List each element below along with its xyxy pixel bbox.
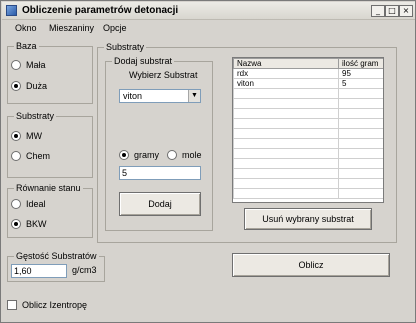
baza-option-duza[interactable]: Duża [11, 81, 47, 91]
dodaj-substrat-group: Dodaj substrat Wybierz Substrat viton ▼ … [105, 56, 213, 231]
table-row-empty [233, 138, 383, 149]
menu-okno[interactable]: Okno [15, 23, 37, 33]
rownanie-stanu-group-title: Równanie stanu [14, 183, 83, 194]
wybierz-substrat-label: Wybierz Substrat [129, 70, 198, 80]
table-cell-amount[interactable]: 95 [338, 68, 383, 79]
table-cell-name[interactable]: viton [233, 78, 339, 89]
app-window: Obliczenie parametrów detonacji _ □ × Ok… [0, 0, 416, 323]
table-row-empty [233, 108, 383, 119]
radio-duza-label: Duża [26, 81, 48, 91]
radio-mole[interactable] [167, 150, 177, 160]
substraty-type-group-title: Substraty [14, 111, 57, 122]
radio-mala-label: Mała [26, 60, 46, 70]
chevron-down-icon[interactable]: ▼ [188, 90, 200, 102]
table-row[interactable]: rdx 95 [233, 68, 383, 79]
table-row-empty [233, 118, 383, 129]
radio-mole-label: mole [182, 150, 202, 160]
radio-ideal[interactable] [11, 199, 21, 209]
dodaj-substrat-title: Dodaj substrat [112, 56, 175, 67]
table-header-row: Nazwa ilość gram [233, 58, 383, 69]
amount-input[interactable]: 5 [119, 166, 201, 180]
izentrope-option[interactable]: Oblicz Izentropę [7, 300, 87, 310]
baza-option-mala[interactable]: Mała [11, 60, 46, 70]
table-row-empty [233, 158, 383, 169]
app-icon [6, 5, 17, 16]
rownanie-option-bkw[interactable]: BKW [11, 219, 47, 229]
rownanie-option-ideal[interactable]: Ideal [11, 199, 46, 209]
substraty-panel-title: Substraty [104, 42, 147, 53]
menu-mieszaniny[interactable]: Mieszaniny [49, 23, 94, 33]
menu-bar: Okno Mieszaniny Opcje [2, 20, 415, 36]
radio-bkw-label: BKW [26, 219, 47, 229]
remove-substrate-button[interactable]: Usuń wybrany substrat [244, 208, 372, 230]
table-row[interactable]: viton 5 [233, 78, 383, 89]
unit-option-gramy[interactable]: gramy [119, 150, 159, 160]
unit-option-mole[interactable]: mole [167, 150, 202, 160]
dodaj-button[interactable]: Dodaj [119, 192, 201, 216]
title-bar: Obliczenie parametrów detonacji _ □ × [2, 2, 415, 20]
substrat-select-value: viton [123, 91, 143, 101]
substraty-option-mw[interactable]: MW [11, 131, 42, 141]
table-row-empty [233, 88, 383, 99]
menu-opcje[interactable]: Opcje [103, 23, 127, 33]
radio-chem[interactable] [11, 151, 21, 161]
radio-gramy-label: gramy [134, 150, 160, 160]
rownanie-stanu-group: Równanie stanu Ideal BKW [7, 183, 93, 238]
table-cell-name[interactable]: rdx [233, 68, 339, 79]
izentrope-checkbox[interactable] [7, 300, 17, 310]
column-header-nazwa[interactable]: Nazwa [233, 58, 339, 69]
baza-group: Baza Mała Duża [7, 41, 93, 104]
table-cell-amount[interactable]: 5 [338, 78, 383, 89]
radio-ideal-label: Ideal [26, 199, 46, 209]
oblicz-button[interactable]: Oblicz [232, 253, 390, 277]
gestosc-group-title: Gęstość Substratów [14, 251, 99, 262]
gestosc-unit: g/cm3 [72, 265, 97, 275]
table-row-empty [233, 188, 383, 199]
substraty-type-group: Substraty MW Chem [7, 111, 93, 178]
substraty-option-chem[interactable]: Chem [11, 151, 50, 161]
substrat-select[interactable]: viton ▼ [119, 89, 201, 103]
baza-group-title: Baza [14, 41, 39, 52]
table-row-empty [233, 168, 383, 179]
radio-mw-label: MW [26, 131, 42, 141]
radio-duza[interactable] [11, 81, 21, 91]
table-row-empty [233, 128, 383, 139]
radio-gramy[interactable] [119, 150, 129, 160]
radio-mala[interactable] [11, 60, 21, 70]
gestosc-input[interactable]: 1,60 [11, 264, 67, 278]
gestosc-group: Gęstość Substratów 1,60 g/cm3 [7, 251, 105, 282]
table-row-empty [233, 148, 383, 159]
radio-bkw[interactable] [11, 219, 21, 229]
substrates-table[interactable]: Nazwa ilość gram rdx 95 viton 5 [232, 57, 384, 203]
radio-mw[interactable] [11, 131, 21, 141]
table-row-empty [233, 178, 383, 189]
maximize-button[interactable]: □ [385, 5, 399, 17]
minimize-button[interactable]: _ [371, 5, 385, 17]
radio-chem-label: Chem [26, 151, 51, 161]
close-button[interactable]: × [399, 5, 413, 17]
column-header-ilosc[interactable]: ilość gram [338, 58, 383, 69]
izentrope-label: Oblicz Izentropę [22, 300, 88, 310]
window-title: Obliczenie parametrów detonacji [22, 5, 179, 16]
table-row-empty [233, 98, 383, 109]
